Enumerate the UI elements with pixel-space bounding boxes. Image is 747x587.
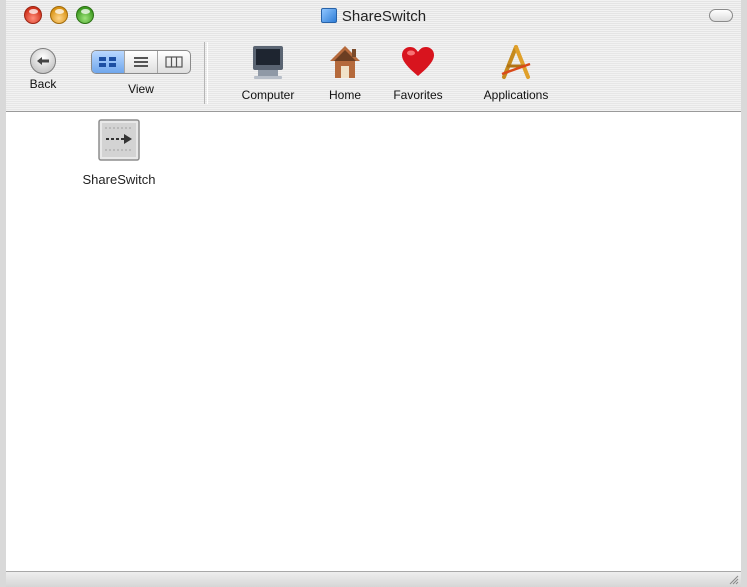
icon-view-button[interactable] (92, 51, 125, 73)
home-label: Home (328, 88, 361, 102)
back-arrow-icon (30, 48, 56, 74)
view-segmented-control (91, 50, 191, 74)
toolbar-home-button[interactable]: Home (318, 44, 372, 102)
file-name: ShareSwitch (82, 172, 156, 187)
icon-view-icon (99, 57, 116, 67)
toolbar-toggle-button[interactable] (709, 9, 733, 22)
window-title: ShareSwitch (341, 8, 427, 25)
toolbar-computer-button[interactable]: Computer (228, 44, 308, 102)
column-view-icon (165, 56, 183, 68)
finder-window: ShareSwitch Back View Computer Home Favo… (0, 0, 747, 587)
toolbar-divider (204, 42, 208, 104)
status-bar (6, 571, 741, 587)
computer-label: Computer (241, 88, 295, 102)
folder-icon (320, 8, 337, 23)
view-label: View (128, 82, 154, 96)
toolbar-applications-button[interactable]: Applications (466, 44, 566, 102)
back-button[interactable]: Back (20, 48, 66, 91)
favorites-label: Favorites (393, 88, 443, 102)
heart-icon (402, 47, 434, 76)
resize-grip-icon[interactable] (728, 574, 739, 585)
toolbar: Back View Computer Home Favorites Applic… (6, 36, 741, 112)
computer-icon (253, 46, 283, 79)
back-label: Back (29, 77, 57, 91)
applications-label: Applications (483, 88, 549, 102)
toolbar-favorites-button[interactable]: Favorites (381, 44, 455, 102)
title-bar[interactable]: ShareSwitch (6, 0, 741, 36)
column-view-button[interactable] (158, 51, 190, 73)
view-control: View (86, 50, 196, 96)
list-view-icon (134, 57, 148, 67)
window-title-area: ShareSwitch (6, 8, 741, 26)
file-item-shareswitch[interactable]: ShareSwitch (64, 118, 174, 187)
application-file-icon (98, 119, 140, 161)
list-view-button[interactable] (125, 51, 158, 73)
file-browser-area[interactable]: ShareSwitch (6, 112, 741, 571)
home-icon (330, 46, 360, 78)
applications-icon (501, 45, 531, 79)
